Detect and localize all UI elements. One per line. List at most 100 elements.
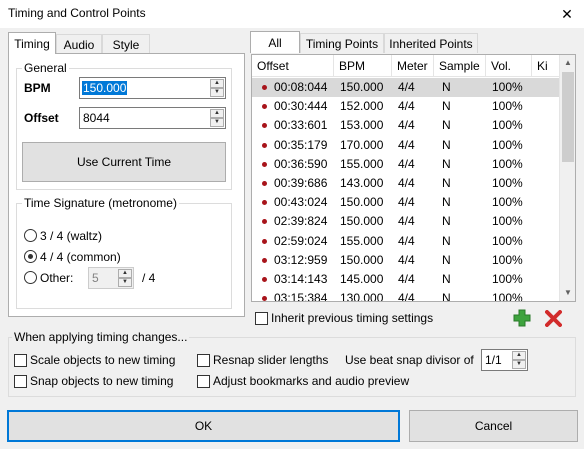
beat-snap-value: 1/1 — [485, 353, 502, 367]
timing-changes-group-label: When applying timing changes... — [12, 330, 190, 344]
timing-point-icon — [262, 238, 267, 244]
list-header: Offset BPM Meter Sample Vol. Ki — [252, 55, 561, 77]
table-row[interactable]: 00:35:179 170.000 4/4 N 100% — [252, 136, 561, 155]
cell-vol: 100% — [492, 291, 523, 302]
cell-vol: 100% — [492, 272, 523, 286]
cell-sample: N — [442, 156, 451, 171]
tab-label: Style — [112, 37, 140, 52]
timing-point-icon — [262, 219, 267, 225]
timing-point-icon — [262, 104, 267, 110]
resnap-sliders-label: Resnap slider lengths — [213, 353, 329, 367]
cell-vol: 100% — [492, 80, 523, 94]
cell-bpm: 155.000 — [340, 156, 384, 171]
table-row[interactable]: 00:33:601 153.000 4/4 N 100% — [252, 116, 561, 135]
close-icon: ✕ — [561, 5, 573, 22]
radio-other[interactable] — [24, 271, 37, 284]
inherit-checkbox[interactable] — [255, 312, 268, 325]
adjust-bookmarks-checkbox[interactable] — [197, 375, 210, 388]
column-sample[interactable]: Sample — [434, 55, 486, 77]
tab-inherited-points[interactable]: Inherited Points — [384, 33, 478, 53]
table-row[interactable]: 00:36:590 155.000 4/4 N 100% — [252, 155, 561, 174]
table-row[interactable]: 02:39:824 150.000 4/4 N 100% — [252, 212, 561, 231]
resnap-sliders-checkbox[interactable] — [197, 354, 210, 367]
scroll-up-icon[interactable]: ▲ — [560, 55, 575, 71]
beat-snap-label: Use beat snap divisor of — [345, 353, 474, 367]
timing-point-icon — [262, 277, 267, 282]
radio-waltz[interactable] — [24, 229, 37, 242]
radio-common[interactable] — [24, 250, 37, 263]
cell-offset: 00:39:686 — [274, 176, 328, 190]
table-row[interactable]: 00:39:686 143.000 4/4 N 100% — [252, 174, 561, 193]
cell-bpm: 130.000 — [340, 291, 384, 302]
tab-timing[interactable]: Timing — [8, 32, 56, 54]
bpm-label: BPM — [24, 81, 51, 95]
tab-audio[interactable]: Audio — [56, 34, 102, 54]
close-button[interactable]: ✕ — [550, 0, 584, 28]
table-row[interactable]: 03:12:959 150.000 4/4 N 100% — [252, 251, 561, 270]
use-current-time-button[interactable]: Use Current Time — [22, 142, 226, 182]
scale-objects-label: Scale objects to new timing — [30, 353, 176, 367]
column-offset[interactable]: Offset — [252, 55, 334, 77]
table-row[interactable]: 00:30:444 152.000 4/4 N 100% — [252, 97, 561, 116]
offset-value: 8044 — [83, 111, 110, 125]
table-row[interactable]: 03:14:143 145.000 4/4 N 100% — [252, 270, 561, 289]
spin-down-icon[interactable]: ▼ — [210, 118, 224, 127]
spin-down-icon[interactable]: ▼ — [210, 88, 224, 97]
window-title: Timing and Control Points — [8, 6, 146, 20]
add-icon[interactable] — [513, 309, 531, 327]
radio-waltz-label: 3 / 4 (waltz) — [40, 229, 103, 243]
timing-point-icon — [262, 123, 267, 129]
column-bpm[interactable]: BPM — [334, 55, 392, 77]
spin-up-icon[interactable]: ▲ — [210, 79, 224, 88]
timing-point-icon — [262, 142, 267, 148]
spin-down-icon[interactable]: ▼ — [118, 278, 132, 287]
table-row[interactable]: 02:59:024 155.000 4/4 N 100% — [252, 232, 561, 251]
tab-label: Inherited Points — [389, 36, 473, 51]
cell-meter: 4/4 — [398, 118, 415, 133]
scroll-down-icon[interactable]: ▼ — [560, 285, 575, 301]
cell-offset: 03:12:959 — [274, 252, 328, 267]
other-meter-input[interactable]: 5 ▲ ▼ — [88, 267, 134, 289]
cell-sample: N — [442, 272, 451, 286]
cell-meter: 4/4 — [398, 195, 415, 210]
cell-sample: N — [442, 80, 451, 94]
scale-objects-checkbox[interactable] — [14, 354, 27, 367]
cell-vol: 100% — [492, 195, 523, 210]
table-row[interactable]: 00:43:024 150.000 4/4 N 100% — [252, 193, 561, 212]
column-kiai[interactable]: Ki — [532, 55, 561, 77]
cancel-button[interactable]: Cancel — [409, 410, 578, 442]
cell-meter: 4/4 — [398, 99, 415, 114]
inherit-label: Inherit previous timing settings — [271, 311, 434, 325]
beat-snap-input[interactable]: 1/1 ▲ ▼ — [481, 349, 528, 371]
spin-up-icon[interactable]: ▲ — [512, 351, 526, 360]
tab-style[interactable]: Style — [102, 34, 150, 54]
scroll-thumb[interactable] — [562, 72, 574, 162]
delete-icon[interactable] — [545, 310, 562, 327]
spin-up-icon[interactable]: ▲ — [210, 109, 224, 118]
cell-vol: 100% — [492, 214, 523, 229]
column-volume[interactable]: Vol. — [486, 55, 532, 77]
cell-offset: 00:08:044 — [274, 80, 328, 94]
cell-vol: 100% — [492, 118, 523, 133]
cell-vol: 100% — [492, 99, 523, 114]
column-meter[interactable]: Meter — [392, 55, 434, 77]
bpm-input[interactable]: 150.000 ▲ ▼ — [79, 77, 226, 99]
cell-vol: 100% — [492, 252, 523, 267]
cell-sample: N — [442, 214, 451, 229]
tab-timing-points[interactable]: Timing Points — [300, 33, 384, 53]
snap-objects-checkbox[interactable] — [14, 375, 27, 388]
ok-button[interactable]: OK — [7, 410, 400, 442]
offset-input[interactable]: 8044 ▲ ▼ — [79, 107, 226, 129]
cell-vol: 100% — [492, 176, 523, 190]
list-scrollbar[interactable]: ▲ ▼ — [559, 55, 575, 301]
spin-down-icon[interactable]: ▼ — [512, 360, 526, 369]
timing-points-list[interactable]: Offset BPM Meter Sample Vol. Ki 00:08:04… — [251, 54, 576, 302]
table-row[interactable]: 03:15:384 130.000 4/4 N 100% — [252, 289, 561, 302]
cell-meter: 4/4 — [398, 272, 415, 286]
spin-up-icon[interactable]: ▲ — [118, 269, 132, 278]
cell-bpm: 150.000 — [340, 80, 384, 94]
cell-offset: 02:39:824 — [274, 214, 328, 229]
radio-other-label: Other: — [40, 271, 74, 285]
table-row[interactable]: 00:08:044 150.000 4/4 N 100% — [252, 78, 561, 97]
tab-all[interactable]: All — [250, 31, 300, 53]
